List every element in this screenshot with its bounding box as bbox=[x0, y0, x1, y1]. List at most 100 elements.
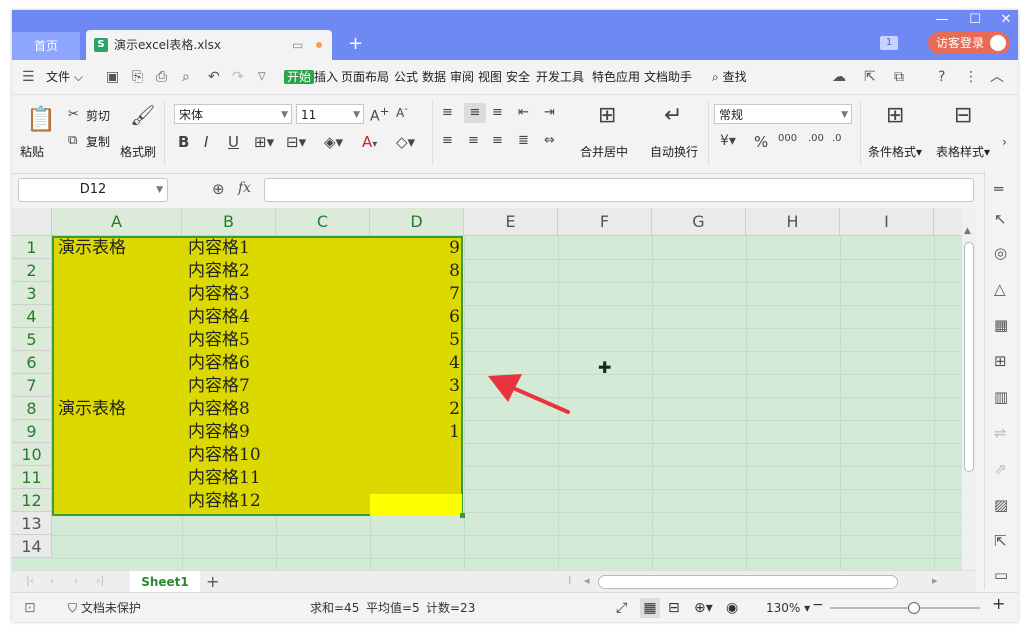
increase-indent-icon[interactable]: ⇥ bbox=[544, 105, 555, 120]
page-break-view-icon[interactable]: ⊟ bbox=[668, 601, 680, 615]
image-icon[interactable]: ▨ bbox=[994, 496, 1008, 514]
share-icon[interactable]: ⇱ bbox=[864, 68, 876, 86]
guest-login-button[interactable]: 访客登录 bbox=[928, 32, 1010, 54]
add-sheet-icon[interactable]: + bbox=[206, 571, 219, 593]
menu-tab-formula[interactable]: 公式 bbox=[394, 68, 418, 86]
conditional-format-icon[interactable]: ⊞ bbox=[886, 103, 904, 128]
normal-view-icon[interactable]: ▦ bbox=[640, 598, 660, 618]
align-left-icon[interactable]: ≡ bbox=[442, 133, 453, 148]
row-header-10[interactable]: 10 bbox=[12, 443, 52, 466]
row-header-1[interactable]: 1 bbox=[12, 236, 52, 259]
cell-b12[interactable]: 内容格12 bbox=[188, 490, 261, 513]
cell-b6[interactable]: 内容格6 bbox=[188, 352, 250, 375]
horizontal-scroll-thumb[interactable] bbox=[598, 575, 898, 589]
bold-icon[interactable]: B bbox=[178, 133, 189, 151]
zoom-level[interactable]: 130% ▾ bbox=[766, 601, 810, 615]
customize-toolbar-icon[interactable]: ▽ bbox=[258, 68, 266, 86]
align-top-icon[interactable]: ≡ bbox=[442, 105, 453, 120]
column-header-i[interactable]: I bbox=[840, 208, 934, 236]
cell-b2[interactable]: 内容格2 bbox=[188, 260, 250, 283]
border-icon[interactable]: ⊞▾ bbox=[254, 133, 274, 151]
cell-d3[interactable]: 7 bbox=[390, 283, 460, 306]
cell-b4[interactable]: 内容格4 bbox=[188, 306, 250, 329]
row-header-6[interactable]: 6 bbox=[12, 351, 52, 374]
zoom-slider-knob[interactable] bbox=[908, 602, 920, 614]
maximize-icon[interactable]: ☐ bbox=[965, 10, 985, 30]
decrease-indent-icon[interactable]: ⇤ bbox=[518, 105, 529, 120]
number-format-select[interactable]: 常规 ▼ bbox=[714, 104, 852, 124]
font-color-icon[interactable]: A▾ bbox=[362, 133, 377, 151]
format-painter-button[interactable]: 格式刷 bbox=[120, 143, 156, 160]
export-icon[interactable]: ⎘ bbox=[132, 68, 143, 86]
zoom-in-icon[interactable]: + bbox=[992, 596, 1005, 612]
cell-b8[interactable]: 内容格8 bbox=[188, 398, 250, 421]
apps-icon[interactable]: ⊞ bbox=[994, 352, 1007, 370]
fx-icon[interactable]: fx bbox=[238, 180, 251, 196]
menu-tab-home[interactable]: 开始 bbox=[284, 68, 315, 86]
align-center-icon[interactable]: ≡ bbox=[468, 133, 479, 148]
select-all-corner[interactable] bbox=[12, 208, 52, 236]
cell-b7[interactable]: 内容格7 bbox=[188, 375, 250, 398]
row-header-12[interactable]: 12 bbox=[12, 489, 52, 512]
table-style-icon[interactable]: ⊟ bbox=[954, 103, 972, 128]
print-icon[interactable]: ⎙ bbox=[156, 68, 167, 86]
tab-document[interactable]: S 演示excel表格.xlsx ▭ bbox=[86, 30, 332, 60]
backup-icon[interactable]: ⇗ bbox=[994, 460, 1007, 478]
column-header-h[interactable]: H bbox=[746, 208, 840, 236]
menu-tab-review[interactable]: 审阅 bbox=[450, 68, 474, 86]
column-header-d[interactable]: D bbox=[370, 208, 464, 236]
row-header-9[interactable]: 9 bbox=[12, 420, 52, 443]
name-box[interactable]: D12 ▼ bbox=[18, 178, 168, 202]
sheet-tab-sheet1[interactable]: Sheet1 bbox=[130, 571, 200, 593]
shapes-icon[interactable]: ◎ bbox=[994, 244, 1007, 262]
clear-icon[interactable]: ◇▾ bbox=[396, 133, 415, 151]
scroll-up-icon[interactable]: ▲ bbox=[964, 226, 971, 236]
cell-d2[interactable]: 8 bbox=[390, 260, 460, 283]
sheet-last-icon[interactable]: ›| bbox=[96, 574, 104, 587]
justify-icon[interactable]: ≣ bbox=[518, 133, 529, 148]
split-handle-icon[interactable]: ⁞ bbox=[568, 574, 572, 587]
merge-center-icon[interactable]: ⊞ bbox=[598, 103, 616, 128]
vertical-scrollbar[interactable]: ▲ bbox=[962, 208, 976, 570]
column-header-e[interactable]: E bbox=[464, 208, 558, 236]
wrap-text-icon[interactable]: ↵ bbox=[664, 103, 682, 128]
cloud-sync-icon[interactable]: ☁ bbox=[832, 68, 846, 86]
scroll-right-icon[interactable]: ▸ bbox=[932, 574, 938, 587]
sidebar-collapse-icon[interactable]: ═ bbox=[994, 180, 1003, 198]
cell-d8[interactable]: 2 bbox=[390, 398, 460, 421]
distribute-icon[interactable]: ⇔ bbox=[544, 133, 555, 148]
cell-a8[interactable]: 演示表格 bbox=[58, 398, 126, 421]
filter-icon[interactable]: ⇌ bbox=[994, 424, 1007, 442]
more-icon[interactable]: ⋮ bbox=[964, 68, 978, 86]
spreadsheet-grid[interactable]: A B C D E F G H I 1 2 3 4 5 6 7 8 9 10 1… bbox=[12, 208, 962, 570]
zoom-out-icon[interactable]: − bbox=[812, 598, 824, 612]
menu-tab-insert[interactable]: 插入 bbox=[314, 68, 338, 86]
format-painter-icon[interactable]: 🖌 bbox=[130, 103, 155, 127]
row-header-7[interactable]: 7 bbox=[12, 374, 52, 397]
menu-search[interactable]: ⌕ 查找 bbox=[712, 68, 747, 86]
fill-color-icon[interactable]: ◈▾ bbox=[324, 133, 343, 151]
decrease-font-icon[interactable]: A- bbox=[396, 104, 408, 120]
increase-font-icon[interactable]: A+ bbox=[370, 104, 389, 125]
select-pointer-icon[interactable]: ↖ bbox=[994, 210, 1007, 228]
print-preview-icon[interactable]: ⌕ bbox=[182, 68, 190, 86]
italic-icon[interactable]: I bbox=[204, 133, 208, 151]
row-header-2[interactable]: 2 bbox=[12, 259, 52, 282]
merge-center-button[interactable]: 合并居中 bbox=[580, 143, 628, 160]
column-header-g[interactable]: G bbox=[652, 208, 746, 236]
paste-icon[interactable]: 📋 bbox=[26, 105, 56, 133]
column-header-c[interactable]: C bbox=[276, 208, 370, 236]
table-grid-icon[interactable]: ▦ bbox=[994, 316, 1008, 334]
cell-d12-active[interactable] bbox=[370, 494, 462, 516]
column-header-j[interactable] bbox=[934, 208, 962, 236]
style-icon[interactable]: △ bbox=[994, 280, 1006, 298]
row-header-14[interactable]: 14 bbox=[12, 535, 52, 558]
cell-d7[interactable]: 3 bbox=[390, 375, 460, 398]
align-middle-icon[interactable]: ≡ bbox=[464, 103, 486, 123]
collapse-ribbon-icon[interactable]: ︿ bbox=[990, 68, 1004, 86]
reading-layout-icon[interactable]: ⊕▾ bbox=[694, 601, 713, 615]
menu-tab-special[interactable]: 特色应用 bbox=[592, 68, 640, 86]
undo-icon[interactable]: ↶ bbox=[208, 68, 220, 86]
underline-icon[interactable]: U bbox=[228, 133, 239, 151]
cell-d5[interactable]: 5 bbox=[390, 329, 460, 352]
